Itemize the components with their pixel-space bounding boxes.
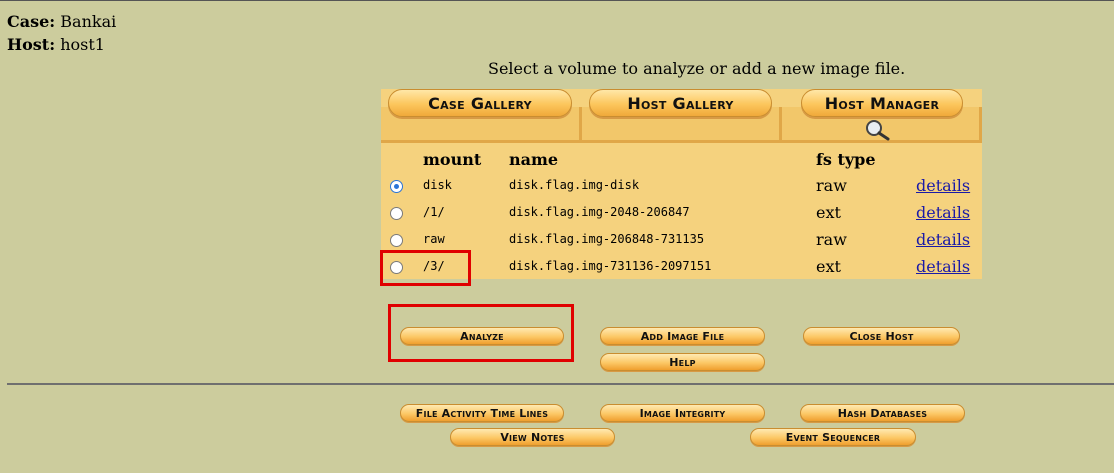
details-link[interactable]: details: [916, 257, 970, 276]
help-button[interactable]: Help: [600, 353, 765, 371]
volume-radio[interactable]: [390, 180, 403, 193]
case-gallery-button[interactable]: Case Gallery: [388, 89, 572, 117]
details-link[interactable]: details: [916, 203, 970, 222]
row-name: disk.flag.img-206848-731135: [509, 232, 705, 246]
column-header-mount: mount: [423, 150, 482, 169]
host-manager-button[interactable]: Host Manager: [801, 89, 963, 117]
file-activity-button[interactable]: File Activity Time Lines: [400, 404, 564, 422]
row-fs-type: raw: [816, 176, 847, 195]
magnifier-icon: [866, 120, 890, 141]
host-info: Host: host1: [7, 35, 105, 54]
image-integrity-button[interactable]: Image Integrity: [600, 404, 765, 422]
column-header-name: name: [509, 150, 559, 169]
volume-radio[interactable]: [390, 207, 403, 220]
row-name: disk.flag.img-2048-206847: [509, 205, 690, 219]
row-mount: disk: [423, 178, 452, 192]
row-fs-type: ext: [816, 257, 841, 276]
row-fs-type: raw: [816, 230, 847, 249]
host-label: Host:: [7, 35, 56, 54]
hash-databases-button[interactable]: Hash Databases: [800, 404, 965, 422]
close-host-button[interactable]: Close Host: [803, 327, 960, 345]
host-value: host1: [60, 35, 105, 54]
volume-radio[interactable]: [390, 234, 403, 247]
row-mount: /1/: [423, 205, 445, 219]
row-fs-type: ext: [816, 203, 841, 222]
add-image-file-button[interactable]: Add Image File: [600, 327, 765, 345]
details-link[interactable]: details: [916, 230, 970, 249]
instruction-text: Select a volume to analyze or add a new …: [488, 59, 906, 78]
divider: [7, 383, 1114, 385]
case-value: Bankai: [60, 12, 117, 31]
event-sequencer-button[interactable]: Event Sequencer: [750, 428, 916, 446]
details-link[interactable]: details: [916, 176, 970, 195]
host-gallery-button[interactable]: Host Gallery: [589, 89, 772, 117]
row-mount: raw: [423, 232, 445, 246]
row-name: disk.flag.img-disk: [509, 178, 640, 192]
case-info: Case: Bankai: [7, 12, 116, 31]
column-header-fs-type: fs type: [816, 150, 876, 169]
highlight-box-analyze: [388, 304, 574, 362]
view-notes-button[interactable]: View Notes: [450, 428, 615, 446]
highlight-box-volume: [380, 250, 471, 286]
case-label: Case:: [7, 12, 56, 31]
row-name: disk.flag.img-731136-2097151: [509, 259, 712, 273]
gallery-tab-bar: Case Gallery Host Gallery Host Manager: [381, 89, 982, 144]
